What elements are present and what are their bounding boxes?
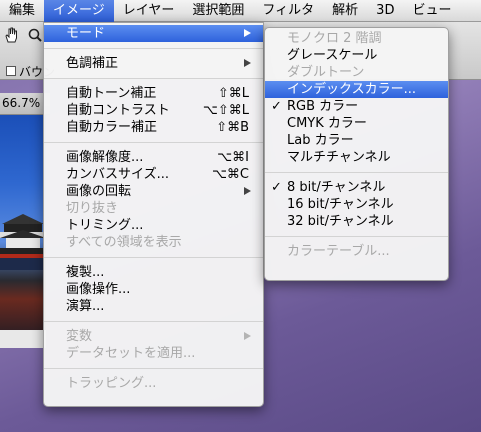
menu-item-duplicate-label: 複製... xyxy=(66,265,105,280)
menu-separator xyxy=(44,142,263,143)
menu-separator xyxy=(44,368,263,369)
menu-item-trap-label: トラッピング... xyxy=(66,376,157,391)
menu-item-calculations[interactable]: 演算... xyxy=(44,298,263,315)
menu-separator xyxy=(44,257,263,258)
mode-item-bitmap: モノクロ 2 階調 xyxy=(265,30,448,47)
menu-item-variables-label: 変数 xyxy=(66,329,93,344)
zoom-tool-icon[interactable] xyxy=(28,28,42,42)
menu-item-apply-data-set: データセットを適用... xyxy=(44,345,263,362)
menu-item-trap: トラッピング... xyxy=(44,375,263,392)
mode-item-16bit[interactable]: 16 bit/チャンネル xyxy=(265,196,448,213)
zoom-level: 66.7% xyxy=(2,96,41,110)
mode-item-16bit-label: 16 bit/チャンネル xyxy=(287,197,394,212)
menu-item-apply-image-label: 画像操作... xyxy=(66,282,131,297)
mode-item-bitmap-label: モノクロ 2 階調 xyxy=(287,31,382,46)
mode-item-indexed[interactable]: インデックスカラー... xyxy=(265,81,448,98)
menu-item-trim[interactable]: トリミング... xyxy=(44,217,263,234)
menu-item-auto-color[interactable]: 自動カラー補正 ⇧⌘B xyxy=(44,119,263,136)
bounding-checkbox[interactable] xyxy=(6,66,16,76)
menu-item-apply-image[interactable]: 画像操作... xyxy=(44,281,263,298)
mode-item-color-table-label: カラーテーブル... xyxy=(287,244,390,259)
menu-item-auto-color-label: 自動カラー補正 xyxy=(66,120,158,135)
submenu-arrow-icon xyxy=(244,59,251,67)
menu-item-crop-label: 切り抜き xyxy=(66,201,119,216)
menu-separator xyxy=(44,48,263,49)
menu-item-mode[interactable]: モード xyxy=(44,25,263,42)
menu-view[interactable]: ビュー xyxy=(403,0,460,22)
menu-edit[interactable]: 編集 xyxy=(0,0,44,22)
menu-item-auto-contrast[interactable]: 自動コントラスト ⌥⇧⌘L xyxy=(44,102,263,119)
mode-item-cmyk-label: CMYK カラー xyxy=(287,116,367,131)
menu-separator xyxy=(265,172,448,173)
menu-item-auto-tone-label: 自動トーン補正 xyxy=(66,86,157,101)
mode-item-duotone: ダブルトーン xyxy=(265,64,448,81)
menu-item-crop: 切り抜き xyxy=(44,200,263,217)
menu-bar: 編集 イメージ レイヤー 選択範囲 フィルタ 解析 3D ビュー xyxy=(0,0,481,22)
mode-item-32bit-label: 32 bit/チャンネル xyxy=(287,214,394,229)
menu-item-image-size[interactable]: 画像解像度... ⌥⌘I xyxy=(44,149,263,166)
shortcut-label: ⇧⌘B xyxy=(216,120,249,135)
canvas-edge xyxy=(0,330,46,348)
menu-item-reveal-all: すべての領域を表示 xyxy=(44,234,263,251)
mode-item-grayscale-label: グレースケール xyxy=(287,48,378,63)
mode-item-rgb-label: RGB カラー xyxy=(287,99,359,114)
castle-image xyxy=(0,214,46,270)
menu-analysis[interactable]: 解析 xyxy=(323,0,367,22)
menu-item-mode-label: モード xyxy=(66,26,106,41)
shortcut-label: ⌥⌘C xyxy=(211,167,249,182)
menu-separator xyxy=(44,78,263,79)
mode-submenu: モノクロ 2 階調 グレースケール ダブルトーン インデックスカラー... ✓ … xyxy=(264,27,449,281)
menu-filter[interactable]: フィルタ xyxy=(253,0,323,22)
menu-image[interactable]: イメージ xyxy=(44,0,114,22)
menu-item-variables: 変数 xyxy=(44,328,263,345)
mode-item-cmyk[interactable]: CMYK カラー xyxy=(265,115,448,132)
mode-item-rgb[interactable]: ✓ RGB カラー xyxy=(265,98,448,115)
menu-item-image-size-label: 画像解像度... xyxy=(66,150,144,165)
menu-item-canvas-size[interactable]: カンバスサイズ... ⌥⌘C xyxy=(44,166,263,183)
mode-item-8bit-label: 8 bit/チャンネル xyxy=(287,180,386,195)
mode-item-duotone-label: ダブルトーン xyxy=(287,65,365,80)
menu-item-apply-data-set-label: データセットを適用... xyxy=(66,346,196,361)
mode-item-lab-label: Lab カラー xyxy=(287,133,354,148)
menu-separator xyxy=(265,236,448,237)
image-menu: モード 色調補正 自動トーン補正 ⇧⌘L 自動コントラスト ⌥⇧⌘L 自動カラー… xyxy=(43,22,264,407)
submenu-arrow-icon xyxy=(244,187,251,195)
shortcut-label: ⌥⌘I xyxy=(217,150,249,165)
mode-item-8bit[interactable]: ✓ 8 bit/チャンネル xyxy=(265,179,448,196)
menu-item-duplicate[interactable]: 複製... xyxy=(44,264,263,281)
menu-item-rotation-label: 画像の回転 xyxy=(66,184,132,199)
submenu-arrow-icon xyxy=(244,29,251,37)
menu-separator xyxy=(44,321,263,322)
hand-tool-icon[interactable] xyxy=(3,26,21,44)
menu-item-canvas-size-label: カンバスサイズ... xyxy=(66,167,170,182)
menu-item-auto-contrast-label: 自動コントラスト xyxy=(66,103,170,118)
checkmark-icon: ✓ xyxy=(271,180,282,195)
document-image xyxy=(0,115,46,345)
menu-item-reveal-all-label: すべての領域を表示 xyxy=(66,235,182,250)
menu-item-adjustments[interactable]: 色調補正 xyxy=(44,55,263,72)
mode-item-color-table: カラーテーブル... xyxy=(265,243,448,260)
menu-item-trim-label: トリミング... xyxy=(66,218,144,233)
menu-3d[interactable]: 3D xyxy=(367,0,403,22)
shortcut-label: ⇧⌘L xyxy=(217,86,249,101)
mode-item-indexed-label: インデックスカラー... xyxy=(287,82,417,97)
mode-item-multichannel-label: マルチチャンネル xyxy=(287,150,391,165)
checkmark-icon: ✓ xyxy=(271,99,282,114)
menu-item-rotation[interactable]: 画像の回転 xyxy=(44,183,263,200)
menu-item-calculations-label: 演算... xyxy=(66,299,105,314)
menu-select[interactable]: 選択範囲 xyxy=(183,0,253,22)
menu-layer[interactable]: レイヤー xyxy=(114,0,184,22)
mode-item-lab[interactable]: Lab カラー xyxy=(265,132,448,149)
menu-item-auto-tone[interactable]: 自動トーン補正 ⇧⌘L xyxy=(44,85,263,102)
menu-item-adjustments-label: 色調補正 xyxy=(66,56,119,71)
mode-item-grayscale[interactable]: グレースケール xyxy=(265,47,448,64)
mode-item-multichannel[interactable]: マルチチャンネル xyxy=(265,149,448,166)
mode-item-32bit[interactable]: 32 bit/チャンネル xyxy=(265,213,448,230)
submenu-arrow-icon xyxy=(244,332,251,340)
shortcut-label: ⌥⇧⌘L xyxy=(202,103,249,118)
